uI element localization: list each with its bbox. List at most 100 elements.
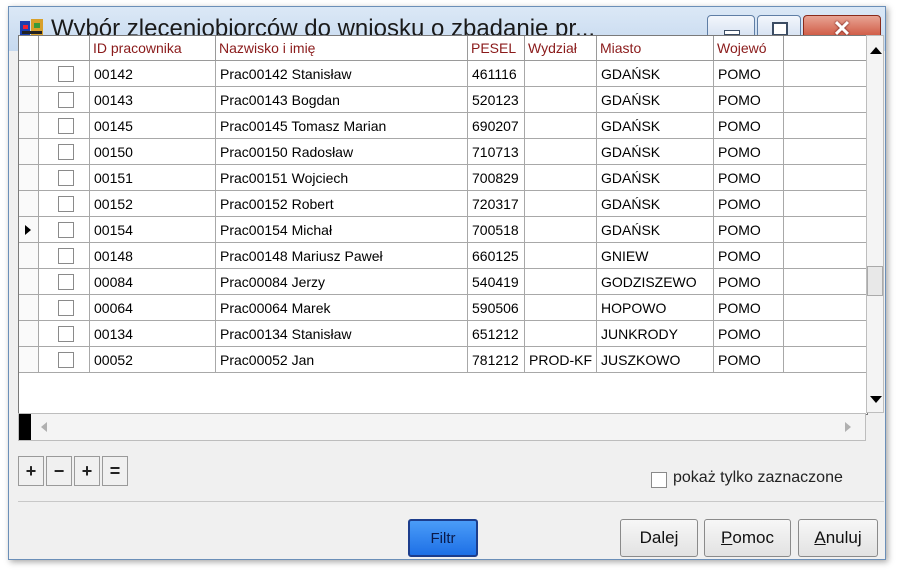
scroll-up-button[interactable] — [867, 38, 883, 62]
table-row[interactable]: 00142 Prac00142 Stanisław 461116 GDAŃSK POMO — [19, 61, 867, 87]
cell-id[interactable]: 00064 — [90, 295, 216, 321]
cell-pesel[interactable]: 660125 — [468, 243, 525, 269]
cell-city[interactable]: GDAŃSK — [597, 191, 714, 217]
table-row[interactable]: 00052 Prac00052 Jan 781212 PROD-KF JUSZKOWO P… — [19, 347, 867, 373]
cell-name[interactable]: Prac00052 Jan — [216, 347, 468, 373]
remove-all-button[interactable]: = — [102, 456, 128, 486]
cell-department[interactable] — [525, 87, 597, 113]
table-row[interactable]: 00134 Prac00134 Stanisław 651212 JUNKRODY PO… — [19, 321, 867, 347]
remove-button[interactable]: − — [46, 456, 72, 486]
filter-button[interactable]: Filtr — [408, 519, 478, 557]
cell-voivodeship[interactable]: POMO — [714, 165, 784, 191]
row-checkbox[interactable] — [58, 196, 74, 212]
cell-name[interactable]: Prac00143 Bogdan — [216, 87, 468, 113]
cell-pesel[interactable]: 590506 — [468, 295, 525, 321]
cell-department[interactable] — [525, 191, 597, 217]
cell-id[interactable]: 00154 — [90, 217, 216, 243]
cell-name[interactable]: Prac00152 Robert — [216, 191, 468, 217]
cell-filler[interactable] — [784, 165, 867, 191]
cell-name[interactable]: Prac00151 Wojciech — [216, 165, 468, 191]
table-row[interactable]: 00145 Prac00145 Tomasz Marian 690207 GDAŃSK… — [19, 113, 867, 139]
header-id[interactable]: ID pracownika — [90, 36, 216, 61]
header-department[interactable]: Wydział — [525, 36, 597, 61]
cell-pesel[interactable]: 700518 — [468, 217, 525, 243]
cell-city[interactable]: JUSZKOWO — [597, 347, 714, 373]
cell-city[interactable]: GDAŃSK — [597, 165, 714, 191]
employee-grid[interactable]: ID pracownika Nazwisko i imię PESEL Wydz… — [18, 35, 868, 415]
row-checkbox[interactable] — [58, 248, 74, 264]
row-checkbox[interactable] — [58, 352, 74, 368]
header-pesel[interactable]: PESEL — [468, 36, 525, 61]
cell-department[interactable] — [525, 165, 597, 191]
cell-filler[interactable] — [784, 61, 867, 87]
cell-department[interactable] — [525, 113, 597, 139]
cell-pesel[interactable]: 540419 — [468, 269, 525, 295]
table-row[interactable]: 00148 Prac00148 Mariusz Paweł 660125 GNIEW P… — [19, 243, 867, 269]
cell-city[interactable]: GDAŃSK — [597, 139, 714, 165]
cell-city[interactable]: GDAŃSK — [597, 217, 714, 243]
cell-id[interactable]: 00134 — [90, 321, 216, 347]
header-name[interactable]: Nazwisko i imię — [216, 36, 468, 61]
scroll-left-button[interactable] — [33, 414, 57, 440]
cell-voivodeship[interactable]: POMO — [714, 217, 784, 243]
row-checkbox[interactable] — [58, 92, 74, 108]
table-row[interactable]: 00154 Prac00154 Michał 700518 GDAŃSK POMO — [19, 217, 867, 243]
cell-department[interactable] — [525, 243, 597, 269]
cell-voivodeship[interactable]: POMO — [714, 321, 784, 347]
table-row[interactable]: 00084 Prac00084 Jerzy 540419 GODZISZEWO POMO — [19, 269, 867, 295]
cell-id[interactable]: 00143 — [90, 87, 216, 113]
cell-name[interactable]: Prac00142 Stanisław — [216, 61, 468, 87]
cell-id[interactable]: 00142 — [90, 61, 216, 87]
cell-voivodeship[interactable]: POMO — [714, 139, 784, 165]
cell-voivodeship[interactable]: POMO — [714, 87, 784, 113]
cell-pesel[interactable]: 690207 — [468, 113, 525, 139]
cell-filler[interactable] — [784, 321, 867, 347]
row-checkbox[interactable] — [58, 300, 74, 316]
cell-id[interactable]: 00150 — [90, 139, 216, 165]
row-checkbox[interactable] — [58, 144, 74, 160]
cell-pesel[interactable]: 520123 — [468, 87, 525, 113]
next-button[interactable]: Dalej — [620, 519, 698, 557]
horizontal-scrollbar[interactable] — [18, 413, 866, 441]
row-checkbox[interactable] — [58, 170, 74, 186]
row-checkbox[interactable] — [58, 66, 74, 82]
cell-name[interactable]: Prac00150 Radosław — [216, 139, 468, 165]
cell-department[interactable] — [525, 295, 597, 321]
table-row[interactable]: 00151 Prac00151 Wojciech 700829 GDAŃSK POMO — [19, 165, 867, 191]
cell-department[interactable] — [525, 217, 597, 243]
cell-voivodeship[interactable]: POMO — [714, 295, 784, 321]
cell-pesel[interactable]: 461116 — [468, 61, 525, 87]
show-only-selected-checkbox[interactable] — [651, 472, 667, 488]
cell-department[interactable] — [525, 61, 597, 87]
cell-voivodeship[interactable]: POMO — [714, 61, 784, 87]
cell-city[interactable]: GDAŃSK — [597, 87, 714, 113]
cell-filler[interactable] — [784, 191, 867, 217]
cell-name[interactable]: Prac00134 Stanisław — [216, 321, 468, 347]
cell-voivodeship[interactable]: POMO — [714, 113, 784, 139]
row-checkbox[interactable] — [58, 274, 74, 290]
cell-id[interactable]: 00145 — [90, 113, 216, 139]
table-row[interactable]: 00152 Prac00152 Robert 720317 GDAŃSK POMO — [19, 191, 867, 217]
cell-department[interactable]: PROD-KF — [525, 347, 597, 373]
scroll-thumb[interactable] — [867, 266, 883, 296]
cell-pesel[interactable]: 710713 — [468, 139, 525, 165]
cell-pesel[interactable]: 720317 — [468, 191, 525, 217]
help-button[interactable]: Pomoc — [704, 519, 791, 557]
cell-id[interactable]: 00152 — [90, 191, 216, 217]
cell-filler[interactable] — [784, 243, 867, 269]
scroll-down-button[interactable] — [867, 388, 883, 412]
table-row[interactable]: 00150 Prac00150 Radosław 710713 GDAŃSK POMO — [19, 139, 867, 165]
cell-id[interactable]: 00084 — [90, 269, 216, 295]
add-all-button[interactable]: + — [74, 456, 100, 486]
table-row[interactable]: 00143 Prac00143 Bogdan 520123 GDAŃSK POMO — [19, 87, 867, 113]
table-row[interactable]: 00064 Prac00064 Marek 590506 HOPOWO POMO — [19, 295, 867, 321]
row-checkbox[interactable] — [58, 118, 74, 134]
cancel-button[interactable]: Anuluj — [798, 519, 878, 557]
add-button[interactable]: + — [18, 456, 44, 486]
cell-name[interactable]: Prac00145 Tomasz Marian — [216, 113, 468, 139]
cell-name[interactable]: Prac00154 Michał — [216, 217, 468, 243]
cell-department[interactable] — [525, 139, 597, 165]
cell-filler[interactable] — [784, 217, 867, 243]
cell-city[interactable]: GDAŃSK — [597, 61, 714, 87]
header-city[interactable]: Miasto — [597, 36, 714, 61]
